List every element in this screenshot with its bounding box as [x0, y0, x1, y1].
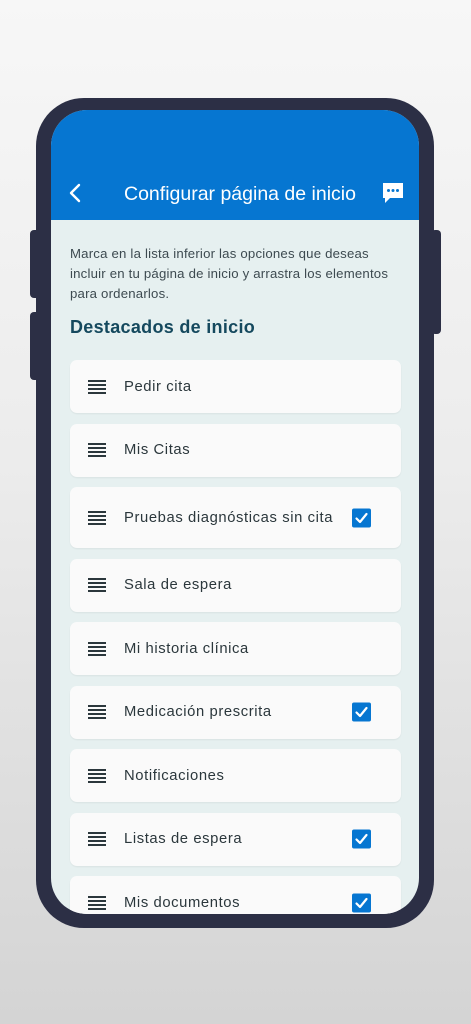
drag-handle-icon[interactable] [88, 705, 106, 719]
list-item[interactable]: Pedir cita [70, 360, 401, 413]
drag-handle-icon[interactable] [88, 832, 106, 846]
list-item-label: Mi historia clínica [124, 640, 249, 657]
phone-screen: Configurar página de inicio Marca en la … [51, 110, 419, 914]
drag-handle-icon[interactable] [88, 379, 106, 394]
list-item[interactable]: Medicación prescrita [70, 685, 401, 739]
section-title: Destacados de inicio [70, 317, 256, 337]
list-item[interactable]: Mi historia clínica [70, 622, 401, 675]
list-item[interactable]: Notificaciones [70, 749, 401, 802]
app-bar: Configurar página de inicio [51, 110, 419, 220]
list-item[interactable]: Mis documentos [70, 876, 401, 914]
list-item-label: Pedir cita [124, 378, 192, 395]
list-item-label: Listas de espera [124, 831, 243, 847]
content-area: Marca en la lista inferior las opciones … [51, 220, 419, 914]
intro-text: Marca en la lista inferior las opciones … [70, 246, 389, 301]
checkbox-checked-icon[interactable] [352, 893, 371, 912]
back-button[interactable] [65, 181, 85, 205]
list-item-label: Mis Citas [124, 442, 191, 458]
list-item[interactable]: Mis Citas [70, 423, 401, 477]
page-title: Configurar página de inicio [124, 183, 356, 205]
list-item-label: Medicación prescrita [124, 704, 272, 720]
drag-handle-icon[interactable] [88, 895, 106, 910]
list-item[interactable]: Pruebas diagnósticas sin cita [70, 487, 401, 548]
list-item-label: Mis documentos [124, 894, 241, 911]
chevron-left-icon [69, 183, 81, 203]
drag-handle-icon[interactable] [88, 641, 106, 656]
drag-handle-icon[interactable] [88, 578, 106, 592]
chat-bubble-icon [383, 183, 403, 203]
checkbox-checked-icon[interactable] [352, 702, 371, 722]
checkbox-checked-icon[interactable] [352, 829, 371, 849]
drag-handle-icon[interactable] [88, 443, 106, 457]
list-item[interactable]: Listas de espera [70, 812, 401, 866]
list-item-label: Pruebas diagnósticas sin cita [124, 509, 334, 526]
checkbox-checked-icon[interactable] [352, 508, 371, 527]
list-item-label: Notificaciones [124, 767, 225, 784]
drag-handle-icon[interactable] [88, 510, 106, 525]
list-item[interactable]: Sala de espera [70, 558, 401, 612]
highlights-list: Pedir cita Mis Citas Pruebas diagnósticas … [70, 360, 401, 914]
chat-button[interactable] [381, 181, 405, 205]
list-item-label: Sala de espera [124, 577, 232, 593]
drag-handle-icon[interactable] [88, 768, 106, 783]
